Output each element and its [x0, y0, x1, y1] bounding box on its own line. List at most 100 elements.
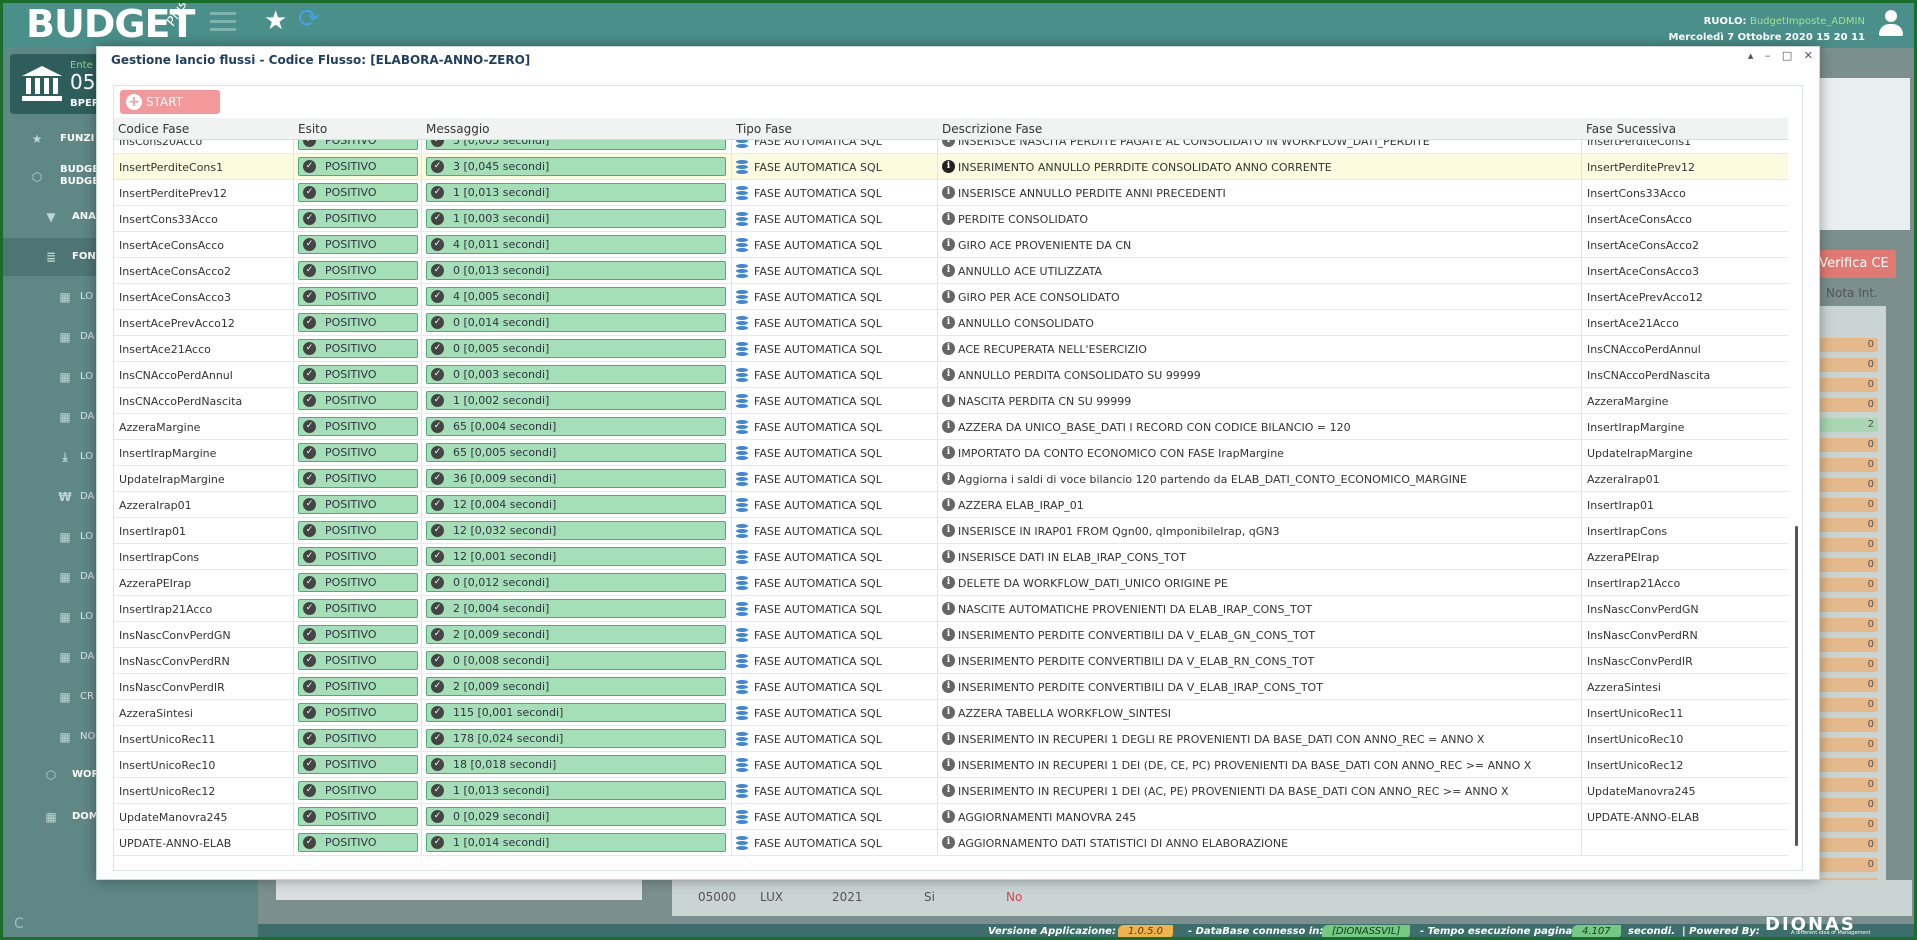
info-icon[interactable]: i [942, 628, 955, 641]
cell-descrizione: i INSERIMENTO PERDITE CONVERTIBILI DA V_E… [938, 674, 1582, 699]
table-row[interactable]: InsertAceConsAcco3 ✓ POSITIVO ✓ 4 [0,005 sec… [114, 284, 1788, 310]
row-no: No [1006, 890, 1023, 904]
status-badge: ✓ POSITIVO [298, 703, 418, 722]
column-header-descrizione[interactable]: Descrizione Fase [942, 122, 1042, 136]
column-header-fase-successiva[interactable]: Fase Sucessiva [1586, 122, 1676, 136]
info-icon[interactable]: i [942, 784, 955, 797]
database-icon [736, 498, 748, 512]
info-icon[interactable]: i [942, 446, 955, 459]
column-header-codice[interactable]: Codice Fase [118, 122, 189, 136]
table-row[interactable]: InsertAceConsAcco ✓ POSITIVO ✓ 4 [0,011 seco… [114, 232, 1788, 258]
table-row[interactable]: InsertIrapMargine ✓ POSITIVO ✓ 65 [0,005 sec… [114, 440, 1788, 466]
check-circle-icon: ✓ [303, 810, 316, 823]
table-row[interactable]: InsertAce21Acco ✓ POSITIVO ✓ 0 [0,005 second… [114, 336, 1788, 362]
grid-scrollbar[interactable] [1794, 140, 1800, 868]
table-row[interactable]: InsNascConvPerdRN ✓ POSITIVO ✓ 0 [0,008 seco… [114, 648, 1788, 674]
table-row[interactable]: UpdateManovra245 ✓ POSITIVO ✓ 0 [0,029 secon… [114, 804, 1788, 830]
column-header-messaggio[interactable]: Messaggio [426, 122, 490, 136]
status-badge: ✓ POSITIVO [298, 417, 418, 436]
table-row[interactable]: InsertUnicoRec11 ✓ POSITIVO ✓ 178 [0,024 sec… [114, 726, 1788, 752]
info-icon[interactable]: i [942, 420, 955, 433]
user-icon[interactable] [1879, 10, 1903, 36]
collapse-icon[interactable]: C [14, 916, 24, 932]
table-row[interactable]: AzzeraSintesi ✓ POSITIVO ✓ 115 [0,001 second… [114, 700, 1788, 726]
info-icon[interactable]: i [942, 140, 955, 147]
table-row[interactable]: InsertPerditeCons1 ✓ POSITIVO ✓ 3 [0,045 sec… [114, 154, 1788, 180]
cell-descrizione: i DELETE DA WORKFLOW_DATI_UNICO ORIGINE P… [938, 570, 1582, 595]
table-row[interactable]: InsertAceConsAcco2 ✓ POSITIVO ✓ 0 [0,013 sec… [114, 258, 1788, 284]
table-row[interactable]: AzzeraPEIrap ✓ POSITIVO ✓ 0 [0,012 secondi] F… [114, 570, 1788, 596]
info-icon[interactable]: i [942, 394, 955, 407]
cell-fase-successiva: InsCNAccoPerdAnnul [1587, 343, 1701, 356]
info-icon[interactable]: i [942, 498, 955, 511]
info-icon[interactable]: i [942, 316, 955, 329]
cell-fase-successiva: AzzeraIrap01 [1587, 473, 1660, 486]
info-icon[interactable]: i [942, 758, 955, 771]
table-row[interactable]: InsertCons33Acco ✓ POSITIVO ✓ 1 [0,003 secon… [114, 206, 1788, 232]
info-icon[interactable]: i [942, 810, 955, 823]
info-icon[interactable]: i [942, 654, 955, 667]
table-row[interactable]: InsertAcePrevAcco12 ✓ POSITIVO ✓ 0 [0,014 se… [114, 310, 1788, 336]
collapse-icon[interactable]: ▴ [1748, 49, 1754, 62]
info-icon[interactable]: i [942, 342, 955, 355]
message-badge: ✓ 12 [0,001 secondi] [426, 547, 726, 566]
cell-messaggio: ✓ 115 [0,001 secondi] [422, 700, 732, 725]
cell-descrizione: i AZZERA DA UNICO_BASE_DATI I RECORD CON … [938, 414, 1582, 439]
status-badge: ✓ POSITIVO [298, 625, 418, 644]
info-icon[interactable]: i [942, 680, 955, 693]
table-row[interactable]: UpdateIrapMargine ✓ POSITIVO ✓ 36 [0,009 sec… [114, 466, 1788, 492]
cell-codice-fase: InsertAceConsAcco [114, 232, 294, 257]
info-icon[interactable]: i [942, 238, 955, 251]
info-icon[interactable]: i [942, 524, 955, 537]
table-row[interactable]: InsCNAccoPerdNascita ✓ POSITIVO ✓ 1 [0,002 s… [114, 388, 1788, 414]
cell-esito: ✓ POSITIVO [294, 518, 422, 543]
refresh-icon[interactable]: ⟳ [298, 4, 320, 34]
table-row[interactable]: InsertPerditePrev12 ✓ POSITIVO ✓ 1 [0,013 se… [114, 180, 1788, 206]
start-button[interactable]: + START [120, 90, 220, 114]
info-icon[interactable]: i [942, 576, 955, 589]
info-icon[interactable]: i [942, 550, 955, 563]
info-icon[interactable]: i [942, 212, 955, 225]
table-row[interactable]: UPDATE-ANNO-ELAB ✓ POSITIVO ✓ 1 [0,014 secon… [114, 830, 1788, 856]
cell-tipo-fase: FASE AUTOMATICA SQL [732, 700, 938, 725]
table-row[interactable]: InsertIrapCons ✓ POSITIVO ✓ 12 [0,001 second… [114, 544, 1788, 570]
info-icon[interactable]: i [942, 472, 955, 485]
table-row[interactable]: InsertUnicoRec10 ✓ POSITIVO ✓ 18 [0,018 seco… [114, 752, 1788, 778]
cell-messaggio: ✓ 65 [0,005 secondi] [422, 440, 732, 465]
star-icon: ★ [31, 132, 43, 146]
minimize-icon[interactable]: – [1765, 49, 1771, 62]
table-row[interactable]: InsNascConvPerdGN ✓ POSITIVO ✓ 2 [0,009 seco… [114, 622, 1788, 648]
table-row[interactable]: InsertIrap01 ✓ POSITIVO ✓ 12 [0,032 secondi]… [114, 518, 1788, 544]
info-icon[interactable]: i [942, 602, 955, 615]
database-icon [736, 628, 748, 642]
cell-descrizione: i NASCITE AUTOMATICHE PROVENIENTI DA ELAB… [938, 596, 1582, 621]
table-row[interactable]: InsertIrap21Acco ✓ POSITIVO ✓ 2 [0,004 secon… [114, 596, 1788, 622]
info-icon[interactable]: i [942, 264, 955, 277]
info-icon[interactable]: i [942, 836, 955, 849]
info-icon[interactable]: i [942, 186, 955, 199]
column-header-esito[interactable]: Esito [298, 122, 327, 136]
verifica-ce-button[interactable]: Verifica CE [1812, 250, 1896, 278]
info-icon[interactable]: i [942, 706, 955, 719]
table-row[interactable]: InsCons20Acco ✓ POSITIVO ✓ 5 [0,005 secondi]… [114, 140, 1788, 154]
cell-codice-fase: InsertUnicoRec11 [114, 726, 294, 751]
column-header-tipo[interactable]: Tipo Fase [736, 122, 792, 136]
table-row[interactable]: InsertUnicoRec12 ✓ POSITIVO ✓ 1 [0,013 secon… [114, 778, 1788, 804]
favorites-star-icon[interactable]: ★ [264, 6, 287, 36]
table-row[interactable]: InsCNAccoPerdAnnul ✓ POSITIVO ✓ 0 [0,003 sec… [114, 362, 1788, 388]
table-row[interactable]: AzzeraIrap01 ✓ POSITIVO ✓ 12 [0,004 secondi]… [114, 492, 1788, 518]
info-icon[interactable]: i [942, 160, 955, 173]
check-circle-icon: ✓ [303, 524, 316, 537]
info-icon[interactable]: i [942, 732, 955, 745]
check-circle-icon: ✓ [431, 706, 444, 719]
info-icon[interactable]: i [942, 368, 955, 381]
cell-tipo-fase: FASE AUTOMATICA SQL [732, 544, 938, 569]
close-icon[interactable]: ✕ [1804, 49, 1813, 62]
table-row[interactable]: AzzeraMargine ✓ POSITIVO ✓ 65 [0,004 secondi… [114, 414, 1788, 440]
maximize-icon[interactable]: □ [1782, 49, 1792, 62]
cell-codice-fase: AzzeraSintesi [114, 700, 294, 725]
info-icon[interactable]: i [942, 290, 955, 303]
check-circle-icon: ✓ [431, 290, 444, 303]
menu-toggle-icon[interactable] [210, 12, 236, 36]
table-row[interactable]: InsNascConvPerdIR ✓ POSITIVO ✓ 2 [0,009 seco… [114, 674, 1788, 700]
